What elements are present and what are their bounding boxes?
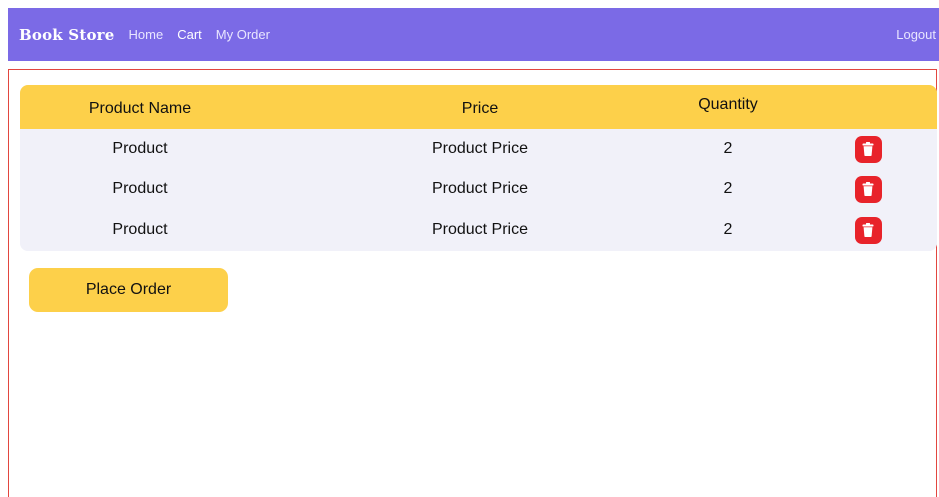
table-header: Product Name Price Quantity (20, 85, 937, 129)
product-price: Product Price (431, 221, 529, 238)
delete-button[interactable] (854, 135, 882, 163)
product-price: Product Price (431, 140, 529, 157)
table-row: Product Product Price 2 (20, 209, 937, 251)
delete-cell (828, 209, 908, 251)
product-quantity: 2 (723, 140, 733, 157)
product-name: Product (112, 221, 168, 238)
trash-icon (862, 142, 874, 156)
delete-button[interactable] (854, 175, 882, 203)
table-row: Product Product Price 2 (20, 129, 937, 169)
cart-table: Product Name Price Quantity Product Prod… (20, 85, 937, 251)
navbar: Book Store Home Cart My Order Logout (8, 8, 939, 61)
cart-page: Product Name Price Quantity Product Prod… (8, 69, 937, 497)
header-product-name: Product Name (88, 100, 192, 117)
delete-cell (828, 169, 908, 209)
header-quantity: Quantity (698, 96, 758, 113)
delete-cell (828, 129, 908, 169)
nav-link-cart[interactable]: Cart (177, 27, 202, 42)
logout-link[interactable]: Logout (896, 8, 936, 61)
product-name: Product (112, 140, 168, 157)
top-strip (0, 0, 939, 8)
product-name: Product (112, 180, 168, 197)
nav-link-home[interactable]: Home (129, 27, 164, 42)
trash-icon (862, 223, 874, 237)
place-order-button[interactable]: Place Order (29, 268, 228, 312)
nav-link-my-order[interactable]: My Order (216, 27, 270, 42)
product-price: Product Price (431, 180, 529, 197)
trash-icon (862, 182, 874, 196)
product-quantity: 2 (723, 221, 733, 238)
table-row: Product Product Price 2 (20, 169, 937, 209)
product-quantity: 2 (723, 180, 733, 197)
brand-logo[interactable]: Book Store (19, 26, 115, 44)
delete-button[interactable] (854, 216, 882, 244)
header-price: Price (461, 100, 499, 117)
